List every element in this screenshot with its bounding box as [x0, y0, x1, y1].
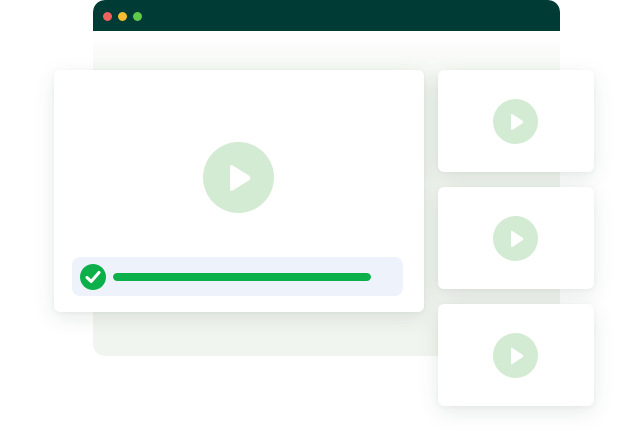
maximize-dot[interactable] [133, 12, 142, 21]
browser-titlebar [93, 0, 560, 31]
check-circle-icon [80, 264, 106, 290]
minimize-dot[interactable] [118, 12, 127, 21]
checkmark-icon [85, 271, 101, 283]
video-thumbnail-card[interactable] [438, 70, 594, 172]
play-triangle [510, 113, 523, 130]
play-triangle [229, 164, 250, 191]
progress-track [113, 273, 371, 281]
play-triangle [510, 347, 523, 364]
video-progress-row [72, 257, 403, 296]
video-thumbnail-card[interactable] [438, 304, 594, 406]
play-icon[interactable] [493, 216, 538, 261]
video-thumbnail-card[interactable] [438, 187, 594, 289]
close-dot[interactable] [103, 12, 112, 21]
play-icon[interactable] [493, 333, 538, 378]
play-icon[interactable] [203, 142, 274, 213]
progress-fill [113, 273, 371, 281]
play-triangle [510, 230, 523, 247]
main-video-card[interactable] [54, 70, 424, 312]
illustration-stage [0, 0, 634, 448]
play-icon[interactable] [493, 99, 538, 144]
